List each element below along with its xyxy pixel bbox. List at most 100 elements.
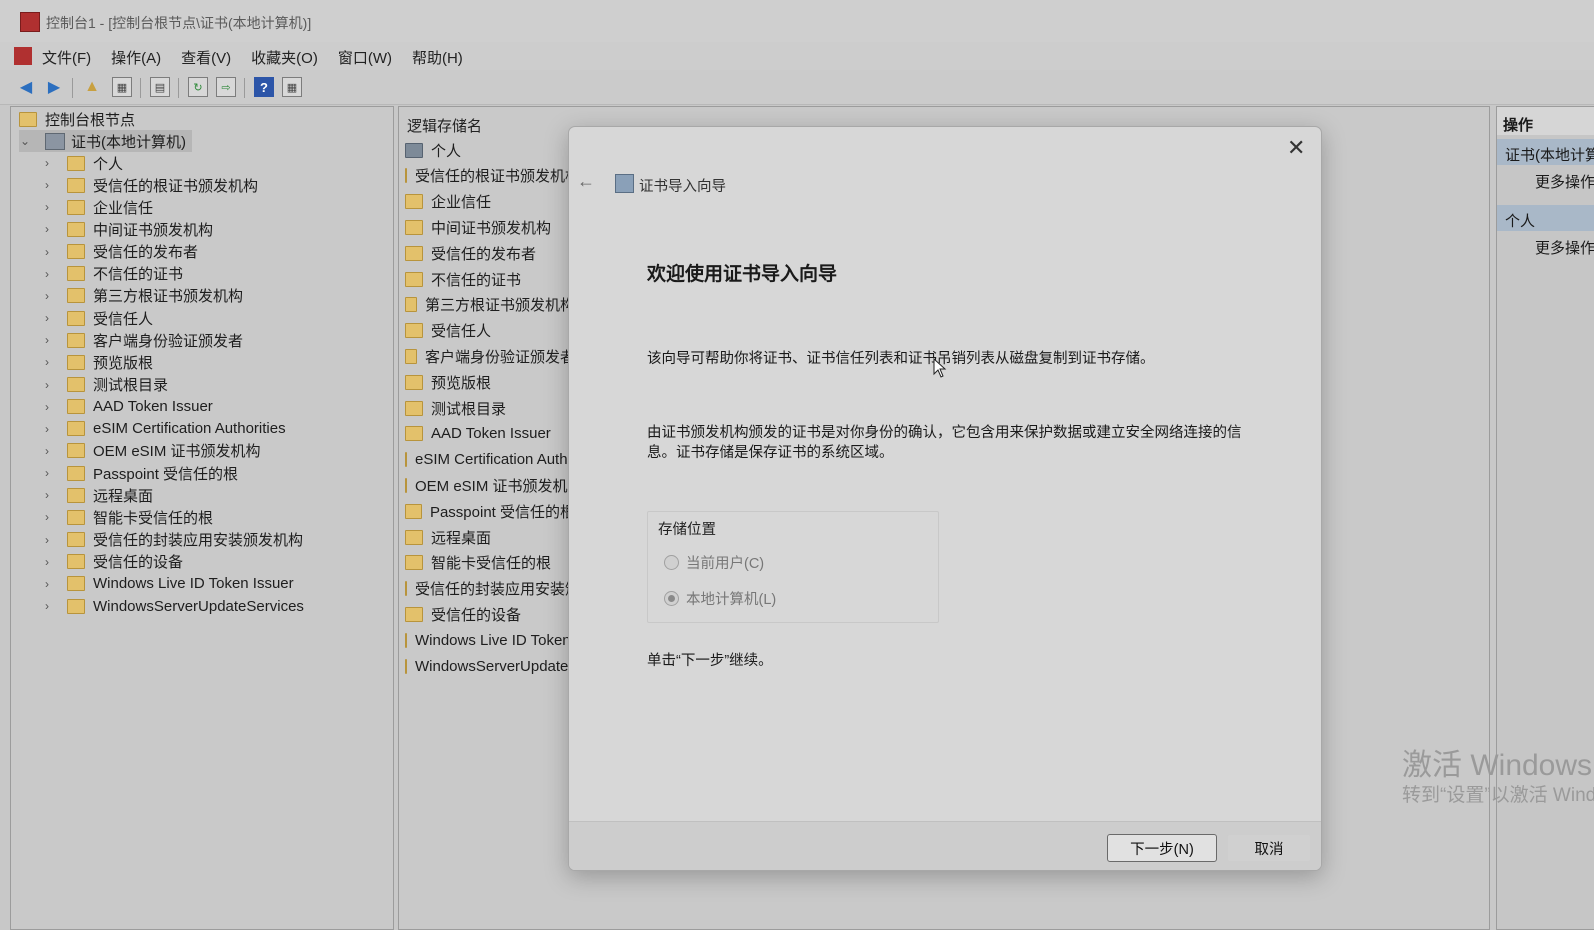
radio-button-selected[interactable]: [664, 591, 679, 606]
chevron-right-icon[interactable]: ›: [41, 510, 53, 524]
tree-item[interactable]: › 受信任的封装应用安装颁发机构: [41, 529, 303, 551]
tree-item[interactable]: › 企业信任: [41, 196, 153, 218]
chevron-right-icon[interactable]: ›: [41, 444, 53, 458]
chevron-right-icon[interactable]: ›: [41, 466, 53, 480]
chevron-right-icon[interactable]: ›: [41, 599, 53, 613]
tree-item[interactable]: › OEM eSIM 证书颁发机构: [41, 440, 261, 462]
chevron-right-icon[interactable]: ›: [41, 267, 53, 281]
radio-button[interactable]: [664, 555, 679, 570]
tree-item[interactable]: › 受信任的设备: [41, 551, 183, 573]
list-item[interactable]: 不信任的证书: [405, 268, 575, 290]
chevron-right-icon[interactable]: ›: [41, 311, 53, 325]
tree-item[interactable]: › 测试根目录: [41, 374, 168, 396]
list-item[interactable]: 受信任的封装应用安装颁发机构: [405, 578, 575, 600]
list-item[interactable]: 企业信任: [405, 191, 575, 213]
console-icon[interactable]: [14, 47, 32, 65]
chevron-right-icon[interactable]: ›: [41, 378, 53, 392]
chevron-down-icon[interactable]: ⌄: [19, 134, 31, 148]
tree-item-label: 企业信任: [93, 199, 154, 217]
radio-local-machine[interactable]: 本地计算机(L): [664, 588, 776, 609]
list-item[interactable]: 第三方根证书颁发机构: [405, 294, 575, 316]
chevron-right-icon[interactable]: ›: [41, 156, 53, 170]
tree-item[interactable]: › 远程桌面: [41, 484, 153, 506]
chevron-right-icon[interactable]: ›: [41, 488, 53, 502]
up-folder-icon[interactable]: ▲: [82, 77, 102, 97]
list-item[interactable]: 智能卡受信任的根: [405, 552, 575, 574]
tree-item[interactable]: › 受信任的发布者: [41, 241, 198, 263]
tree-item[interactable]: › 受信任人: [41, 307, 153, 329]
more-actions-link[interactable]: 更多操作: [1535, 171, 1594, 192]
tree-item-label: Windows Live ID Token Issuer: [93, 575, 294, 593]
chevron-right-icon[interactable]: ›: [41, 178, 53, 192]
tree-item[interactable]: › eSIM Certification Authorities: [41, 418, 286, 440]
actions-section-personal[interactable]: 个人: [1497, 205, 1594, 231]
chevron-right-icon[interactable]: ›: [41, 289, 53, 303]
close-icon[interactable]: ✕: [1287, 135, 1305, 161]
menu-action[interactable]: 操作(A): [111, 47, 161, 68]
chevron-right-icon[interactable]: ›: [41, 533, 53, 547]
column-header-logical-store[interactable]: 逻辑存储名: [407, 115, 482, 136]
list-item[interactable]: AAD Token Issuer: [405, 423, 575, 445]
menu-file[interactable]: 文件(F): [42, 47, 91, 68]
refresh-icon[interactable]: ↻: [188, 77, 208, 97]
tree-item[interactable]: › 预览版根: [41, 351, 153, 373]
chevron-right-icon[interactable]: ›: [41, 422, 53, 436]
list-item[interactable]: 个人: [405, 139, 575, 161]
tree-item[interactable]: › 智能卡受信任的根: [41, 506, 213, 528]
tree-item[interactable]: › 受信任的根证书颁发机构: [41, 174, 258, 196]
list-item[interactable]: 客户端身份验证颁发者: [405, 345, 575, 367]
chevron-right-icon[interactable]: ›: [41, 400, 53, 414]
forward-arrow-icon[interactable]: ▶: [44, 77, 64, 97]
list-item[interactable]: Passpoint 受信任的根: [405, 500, 575, 522]
next-button[interactable]: 下一步(N): [1107, 834, 1217, 862]
show-hide-tree-icon[interactable]: ▦: [112, 77, 132, 97]
chevron-right-icon[interactable]: ›: [41, 333, 53, 347]
list-item[interactable]: 远程桌面: [405, 526, 575, 548]
chevron-right-icon[interactable]: ›: [41, 222, 53, 236]
list-item[interactable]: OEM eSIM 证书颁发机构: [405, 474, 575, 496]
menu-view[interactable]: 查看(V): [181, 47, 231, 68]
menu-help[interactable]: 帮助(H): [412, 47, 463, 68]
list-item-label: WindowsServerUpdateServices: [415, 657, 575, 675]
tree-item[interactable]: › Passpoint 受信任的根: [41, 462, 238, 484]
list-item-label: OEM eSIM 证书颁发机构: [415, 477, 575, 495]
chevron-right-icon[interactable]: ›: [41, 555, 53, 569]
export-list-icon[interactable]: ⇨: [216, 77, 236, 97]
list-item[interactable]: 受信任人: [405, 320, 575, 342]
tree-item[interactable]: › WindowsServerUpdateServices: [41, 595, 304, 617]
list-item[interactable]: 受信任的设备: [405, 603, 575, 625]
cancel-button[interactable]: 取消: [1227, 834, 1311, 862]
tree-item[interactable]: › 第三方根证书颁发机构: [41, 285, 243, 307]
back-arrow-icon[interactable]: ◀: [16, 77, 36, 97]
list-item[interactable]: 受信任的发布者: [405, 242, 575, 264]
list-item[interactable]: 测试根目录: [405, 397, 575, 419]
clipboard-icon[interactable]: ▤: [150, 77, 170, 97]
list-item[interactable]: Windows Live ID Token Issuer: [405, 629, 575, 651]
tree-item[interactable]: › 个人: [41, 152, 123, 174]
menu-window[interactable]: 窗口(W): [338, 47, 392, 68]
tree-item[interactable]: › 不信任的证书: [41, 263, 183, 285]
chevron-right-icon[interactable]: ›: [41, 355, 53, 369]
help-icon[interactable]: ?: [254, 77, 274, 97]
list-item[interactable]: WindowsServerUpdateServices: [405, 655, 575, 677]
list-item[interactable]: 预览版根: [405, 371, 575, 393]
actions-section-certificates[interactable]: 证书(本地计算机): [1497, 139, 1594, 165]
back-arrow-icon[interactable]: ←: [577, 171, 595, 192]
tree-item[interactable]: › Windows Live ID Token Issuer: [41, 573, 294, 595]
tree-item[interactable]: › 中间证书颁发机构: [41, 218, 213, 240]
chevron-right-icon[interactable]: ›: [41, 245, 53, 259]
tree-item[interactable]: › AAD Token Issuer: [41, 396, 213, 418]
list-item[interactable]: eSIM Certification Authorities: [405, 449, 575, 471]
tree-node-certificates[interactable]: ⌄ 证书(本地计算机): [19, 130, 192, 152]
list-item[interactable]: 受信任的根证书颁发机构: [405, 165, 575, 187]
action-pane-icon[interactable]: ▦: [282, 77, 302, 97]
menu-favorites[interactable]: 收藏夹(O): [251, 47, 318, 68]
tree-item[interactable]: › 客户端身份验证颁发者: [41, 329, 243, 351]
toolbar-separator: [72, 78, 73, 98]
tree-root[interactable]: 控制台根节点: [19, 108, 135, 130]
chevron-right-icon[interactable]: ›: [41, 577, 53, 591]
chevron-right-icon[interactable]: ›: [41, 200, 53, 214]
list-item[interactable]: 中间证书颁发机构: [405, 216, 575, 238]
radio-current-user[interactable]: 当前用户(C): [664, 552, 764, 573]
more-actions-link[interactable]: 更多操作: [1535, 237, 1594, 258]
